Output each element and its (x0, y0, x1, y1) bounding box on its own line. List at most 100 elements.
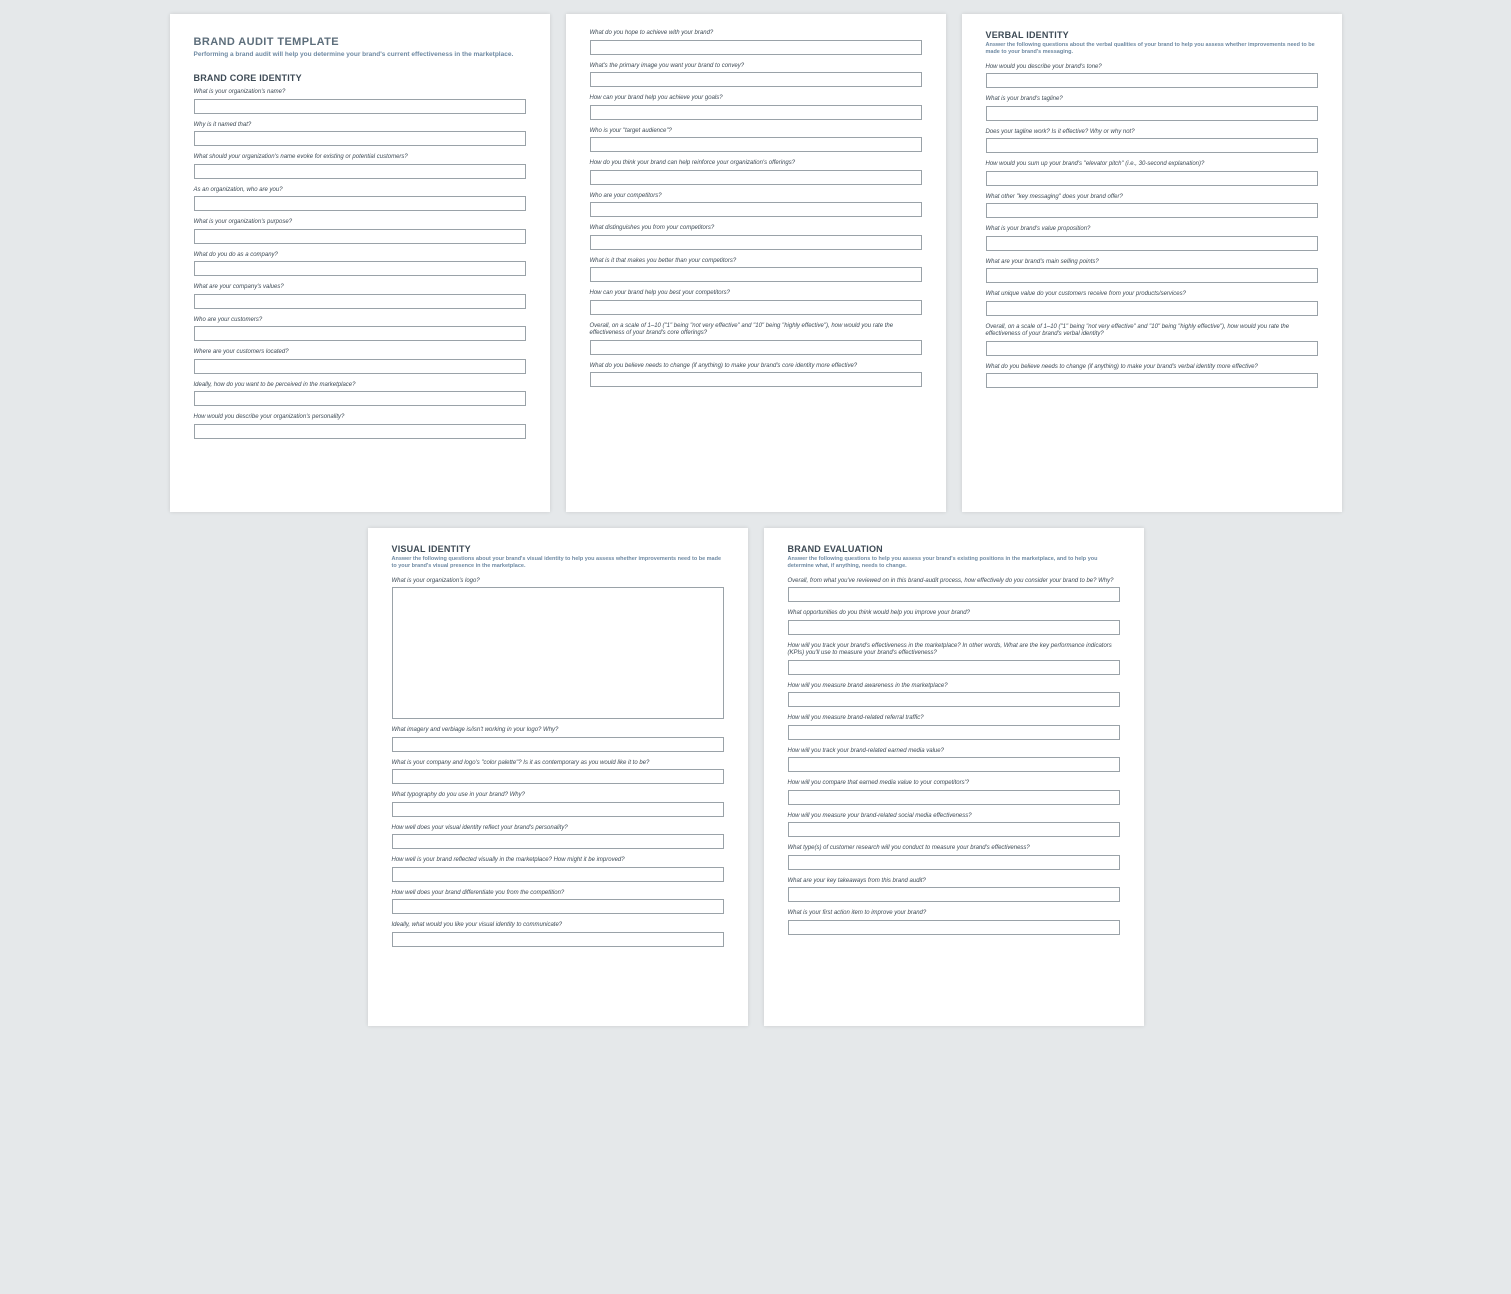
q-label: How will you track your brand-related ea… (788, 748, 1120, 756)
answer-field[interactable] (392, 932, 724, 947)
page-4: VISUAL IDENTITY Answer the following que… (368, 528, 748, 1026)
answer-field[interactable] (590, 105, 922, 120)
answer-field[interactable] (788, 887, 1120, 902)
section-verbal-sub: Answer the following questions about the… (986, 42, 1318, 56)
answer-field[interactable] (986, 301, 1318, 316)
page-2: What do you hope to achieve with your br… (566, 14, 946, 512)
answer-field[interactable] (788, 660, 1120, 675)
q-label: What opportunities do you think would he… (788, 610, 1120, 618)
answer-field[interactable] (194, 359, 526, 374)
q-label: Why is it named that? (194, 122, 526, 130)
q-label: Overall, from what you've reviewed on in… (788, 578, 1120, 586)
answer-field[interactable] (788, 587, 1120, 602)
document-canvas: BRAND AUDIT TEMPLATE Performing a brand … (14, 14, 1497, 1026)
answer-field[interactable] (788, 620, 1120, 635)
answer-field[interactable] (392, 867, 724, 882)
answer-field[interactable] (590, 340, 922, 355)
answer-field[interactable] (986, 373, 1318, 388)
q-label: Overall, on a scale of 1–10 ("1" being "… (590, 323, 922, 338)
q-label: How well does your brand differentiate y… (392, 890, 724, 898)
answer-field[interactable] (788, 855, 1120, 870)
answer-field[interactable] (194, 164, 526, 179)
answer-field[interactable] (986, 341, 1318, 356)
q-label: Where are your customers located? (194, 349, 526, 357)
answer-field[interactable] (194, 229, 526, 244)
q-label: Who are your competitors? (590, 193, 922, 201)
section-eval-title: BRAND EVALUATION (788, 544, 1120, 554)
q-label: How will you track your brand's effectiv… (788, 643, 1120, 658)
page-row-1: BRAND AUDIT TEMPLATE Performing a brand … (170, 14, 1342, 512)
q-label: How can your brand help you achieve your… (590, 95, 922, 103)
answer-field[interactable] (788, 822, 1120, 837)
q-label: Who is your "target audience"? (590, 128, 922, 136)
answer-field[interactable] (392, 834, 724, 849)
q-label: What do you hope to achieve with your br… (590, 30, 922, 38)
document-subtitle: Performing a brand audit will help you d… (194, 51, 526, 59)
answer-field[interactable] (590, 72, 922, 87)
answer-field[interactable] (590, 235, 922, 250)
answer-field[interactable] (788, 920, 1120, 935)
answer-field[interactable] (986, 171, 1318, 186)
answer-field[interactable] (986, 73, 1318, 88)
q-label: How would you describe your brand's tone… (986, 64, 1318, 72)
answer-field[interactable] (986, 268, 1318, 283)
answer-field[interactable] (590, 372, 922, 387)
answer-field[interactable] (392, 899, 724, 914)
answer-field[interactable] (194, 424, 526, 439)
page-5: BRAND EVALUATION Answer the following qu… (764, 528, 1144, 1026)
q-label: How do you think your brand can help rei… (590, 160, 922, 168)
answer-field[interactable] (194, 99, 526, 114)
answer-field[interactable] (194, 391, 526, 406)
q-label: What do you do as a company? (194, 252, 526, 260)
answer-field[interactable] (392, 769, 724, 784)
q-label: What is your first action item to improv… (788, 910, 1120, 918)
q-label: What is your brand's value proposition? (986, 226, 1318, 234)
section-visual-sub: Answer the following questions about you… (392, 556, 724, 570)
answer-field[interactable] (986, 106, 1318, 121)
answer-field[interactable] (788, 692, 1120, 707)
q-label: What imagery and verbiage is/isn't worki… (392, 727, 724, 735)
q-label: Ideally, what would you like your visual… (392, 922, 724, 930)
answer-field[interactable] (392, 802, 724, 817)
answer-field[interactable] (590, 170, 922, 185)
q-label: What are your brand's main selling point… (986, 259, 1318, 267)
q-label: How will you measure brand awareness in … (788, 683, 1120, 691)
answer-field[interactable] (194, 294, 526, 309)
q-label: What should your organization's name evo… (194, 154, 526, 162)
answer-field[interactable] (788, 790, 1120, 805)
q-label: What type(s) of customer research will y… (788, 845, 1120, 853)
q-label: What do you believe needs to change (if … (986, 364, 1318, 372)
answer-field-logo[interactable] (392, 587, 724, 719)
answer-field[interactable] (590, 40, 922, 55)
q-label: How can your brand help you best your co… (590, 290, 922, 298)
answer-field[interactable] (986, 236, 1318, 251)
answer-field[interactable] (788, 725, 1120, 740)
q-label: What are your key takeaways from this br… (788, 878, 1120, 886)
answer-field[interactable] (194, 196, 526, 211)
answer-field[interactable] (194, 326, 526, 341)
answer-field[interactable] (986, 138, 1318, 153)
q-label: Overall, on a scale of 1–10 ("1" being "… (986, 324, 1318, 339)
q-label: What is your organization's logo? (392, 578, 724, 586)
page-3: VERBAL IDENTITY Answer the following que… (962, 14, 1342, 512)
q-label: How would you describe your organization… (194, 414, 526, 422)
answer-field[interactable] (590, 300, 922, 315)
q-label: What do you believe needs to change (if … (590, 363, 922, 371)
answer-field[interactable] (590, 202, 922, 217)
document-title: BRAND AUDIT TEMPLATE (194, 36, 526, 48)
answer-field[interactable] (194, 261, 526, 276)
answer-field[interactable] (590, 137, 922, 152)
answer-field[interactable] (392, 737, 724, 752)
section-visual-title: VISUAL IDENTITY (392, 544, 724, 554)
answer-field[interactable] (590, 267, 922, 282)
q-label: How well does your visual identity refle… (392, 825, 724, 833)
answer-field[interactable] (986, 203, 1318, 218)
answer-field[interactable] (788, 757, 1120, 772)
answer-field[interactable] (194, 131, 526, 146)
q-label: What distinguishes you from your competi… (590, 225, 922, 233)
section-core-title: BRAND CORE IDENTITY (194, 73, 526, 83)
q-label: What's the primary image you want your b… (590, 63, 922, 71)
q-label: What is your brand's tagline? (986, 96, 1318, 104)
q-label: What is your company and logo's "color p… (392, 760, 724, 768)
q-label: What is it that makes you better than yo… (590, 258, 922, 266)
